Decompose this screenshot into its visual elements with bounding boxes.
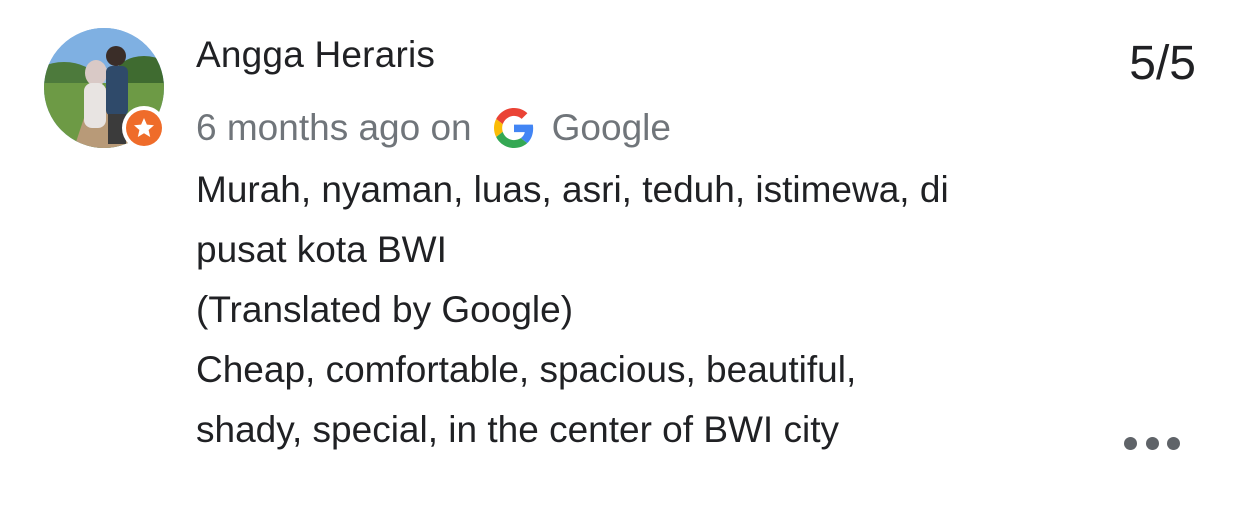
more-options-button[interactable] xyxy=(1124,430,1180,456)
local-guide-badge xyxy=(122,106,166,150)
local-guide-star-icon xyxy=(126,110,162,146)
more-horiz-icon xyxy=(1167,436,1180,450)
review-text: Murah, nyaman, luas, asri, teduh, istime… xyxy=(196,160,1096,460)
reviewer-name[interactable]: Angga Heraris xyxy=(196,34,435,76)
review-text-line: Cheap, comfortable, spacious, beautiful, xyxy=(196,349,857,390)
review-text-line: Murah, nyaman, luas, asri, teduh, istime… xyxy=(196,169,949,210)
review-text-line: (Translated by Google) xyxy=(196,289,574,330)
review-text-line: shady, special, in the center of BWI cit… xyxy=(196,409,839,450)
review-meta: 6 months ago on Google xyxy=(196,104,671,152)
google-g-icon xyxy=(493,108,534,148)
review-card: Angga Heraris 5/5 6 months ago on Google… xyxy=(0,0,1242,513)
review-source: Google xyxy=(551,107,671,148)
more-horiz-icon xyxy=(1145,436,1159,450)
reviewer-avatar[interactable] xyxy=(44,28,168,152)
more-horiz-icon xyxy=(1124,436,1137,450)
review-text-line: pusat kota BWI xyxy=(196,229,447,270)
review-rating: 5/5 xyxy=(1129,37,1196,90)
review-time: 6 months ago on xyxy=(196,107,472,148)
